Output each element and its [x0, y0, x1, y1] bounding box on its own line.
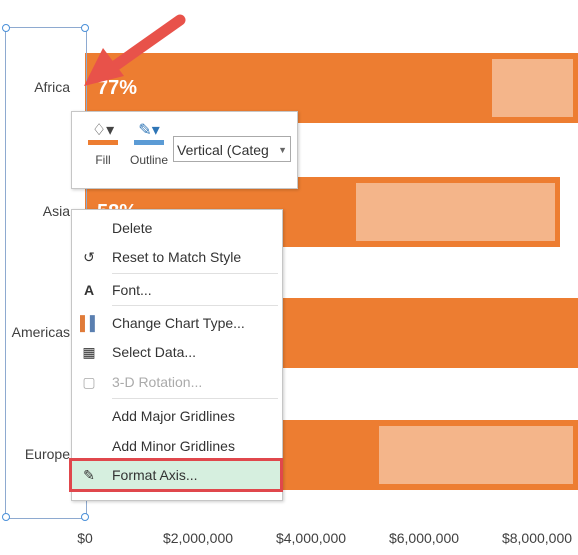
fill-button[interactable]: ♢▾ Fill — [80, 120, 126, 167]
select-data-icon: ▦ — [82, 344, 96, 360]
font-icon: A — [83, 282, 95, 298]
fill-label: Fill — [95, 153, 111, 167]
menu-item-select-data[interactable]: ▦ Select Data... — [72, 338, 280, 366]
menu-item-delete[interactable]: Delete — [72, 214, 280, 242]
menu-item-add-major-gridlines[interactable]: Add Major Gridlines — [72, 402, 280, 430]
menu-separator — [112, 273, 278, 274]
menu-item-label: Delete — [112, 220, 153, 236]
outline-button[interactable]: ✎▾ Outline — [126, 120, 172, 167]
mini-toolbar: ♢▾ Fill ✎▾ Outline Vertical (Categ ▼ — [71, 111, 298, 189]
outline-color-swatch — [134, 140, 164, 145]
chart-element-value: Vertical (Categ — [177, 142, 269, 158]
3d-rotation-icon: ▢ — [82, 374, 96, 390]
menu-item-reset-to-match-style[interactable]: ↺ Reset to Match Style — [72, 243, 280, 271]
menu-item-label: Select Data... — [112, 344, 197, 360]
context-menu: Delete ↺ Reset to Match Style A Font... ▌▌ Cha… — [69, 209, 283, 501]
menu-separator — [112, 305, 278, 306]
menu-item-label: 3-D Rotation... — [112, 374, 203, 390]
outline-label: Outline — [129, 153, 169, 167]
menu-item-label: Add Minor Gridlines — [112, 438, 235, 454]
menu-item-label: Font... — [112, 282, 152, 298]
menu-item-label: Add Major Gridlines — [112, 408, 235, 424]
menu-item-label: Change Chart Type... — [112, 315, 245, 331]
menu-item-label: Reset to Match Style — [112, 249, 242, 265]
menu-item-change-chart-type[interactable]: ▌▌ Change Chart Type... — [72, 309, 280, 337]
menu-item-font[interactable]: A Font... — [72, 276, 280, 304]
menu-item-add-minor-gridlines[interactable]: Add Minor Gridlines — [72, 432, 280, 460]
paint-bucket-icon: ♢▾ — [91, 122, 115, 139]
menu-separator — [112, 398, 278, 399]
menu-item-label: Format Axis... — [112, 467, 198, 483]
chevron-down-icon: ▼ — [278, 145, 287, 155]
chart-type-icon: ▌▌ — [80, 315, 100, 331]
format-axis-icon: ✎ — [83, 467, 95, 483]
pen-outline-icon: ✎▾ — [138, 122, 160, 139]
chart-element-dropdown[interactable]: Vertical (Categ ▼ — [173, 136, 291, 162]
fill-color-swatch — [88, 140, 118, 145]
menu-item-3-d-rotation: ▢ 3-D Rotation... — [72, 368, 280, 396]
menu-item-format-axis[interactable]: ✎ Format Axis... — [69, 458, 283, 492]
reset-style-icon: ↺ — [83, 249, 95, 265]
